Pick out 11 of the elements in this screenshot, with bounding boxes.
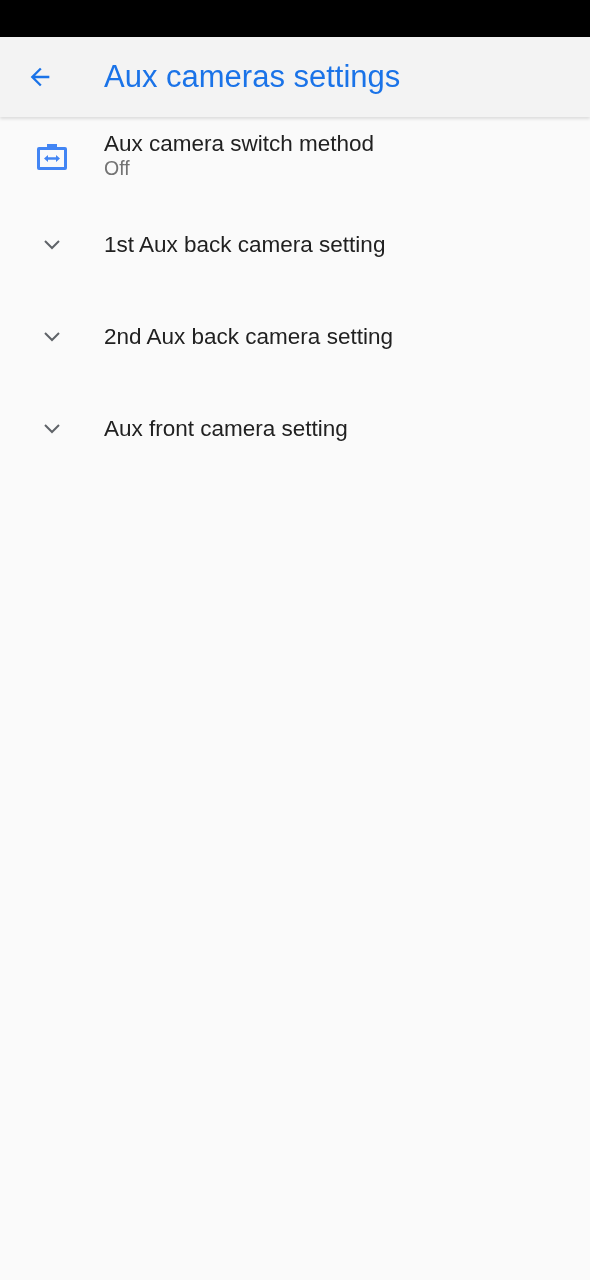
item-summary: Off <box>104 157 131 181</box>
expandable-section[interactable]: 2nd Aux back camera setting <box>0 290 590 383</box>
expandable-section[interactable]: Aux front camera setting <box>0 382 590 475</box>
section-title: Aux front camera setting <box>104 414 348 442</box>
item-title: Aux camera switch method <box>104 130 376 157</box>
settings-item[interactable]: Aux camera switch method Off <box>0 117 590 199</box>
expandable-section[interactable]: 1st Aux back camera setting <box>0 198 590 291</box>
screen-title: Aux cameras settings <box>104 57 401 96</box>
section-title: 1st Aux back camera setting <box>104 230 386 258</box>
section-title: 2nd Aux back camera setting <box>104 322 393 350</box>
camera-switch-icon <box>36 143 68 171</box>
